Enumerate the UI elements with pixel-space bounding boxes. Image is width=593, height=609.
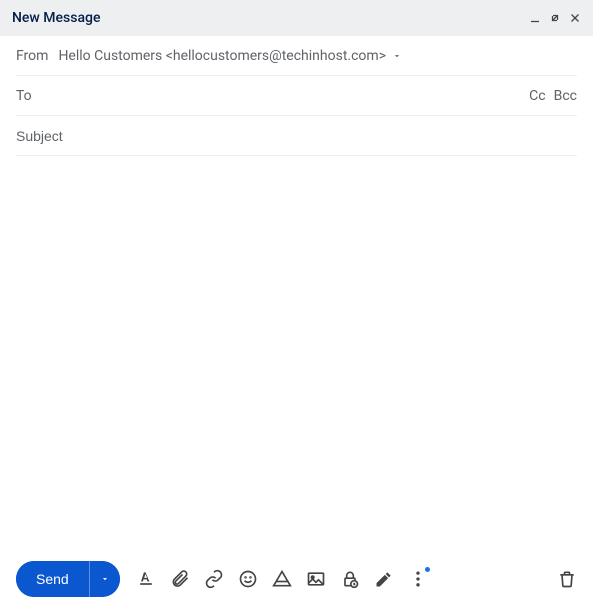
insert-image-icon[interactable] [306,569,326,589]
more-options-icon[interactable] [408,569,428,589]
compose-title: New Message [12,10,100,26]
to-field-row[interactable]: To Cc Bcc [16,76,577,116]
send-button-group: Send [16,561,120,597]
discard-draft-icon[interactable] [557,569,577,589]
compose-body[interactable] [0,156,593,549]
compose-header: New Message [0,0,593,36]
cc-bcc-group: Cc Bcc [529,88,577,104]
attach-file-icon[interactable] [170,569,190,589]
send-options-dropdown[interactable] [89,561,120,597]
to-label: To [16,88,32,104]
from-field-row: From Hello Customers <hellocustomers@tec… [16,36,577,76]
cc-button[interactable]: Cc [529,88,545,104]
insert-drive-icon[interactable] [272,569,292,589]
subject-field-row[interactable] [16,116,577,156]
compose-toolbar: Send [0,549,593,609]
header-actions [529,12,581,24]
from-label: From [16,48,48,64]
subject-input[interactable] [16,128,577,144]
from-value: Hello Customers <hellocustomers@techinho… [58,48,386,64]
formatting-tools [136,569,541,589]
insert-emoji-icon[interactable] [238,569,258,589]
close-icon[interactable] [569,12,581,24]
bcc-button[interactable]: Bcc [554,88,577,104]
from-dropdown-icon[interactable] [392,51,402,61]
confidential-mode-icon[interactable] [340,569,360,589]
format-text-icon[interactable] [136,569,156,589]
insert-link-icon[interactable] [204,569,224,589]
to-input[interactable] [42,88,529,104]
compose-fields: From Hello Customers <hellocustomers@tec… [0,36,593,156]
send-button[interactable]: Send [16,561,89,597]
popout-icon[interactable] [549,12,561,24]
insert-signature-icon[interactable] [374,569,394,589]
minimize-icon[interactable] [529,12,541,24]
